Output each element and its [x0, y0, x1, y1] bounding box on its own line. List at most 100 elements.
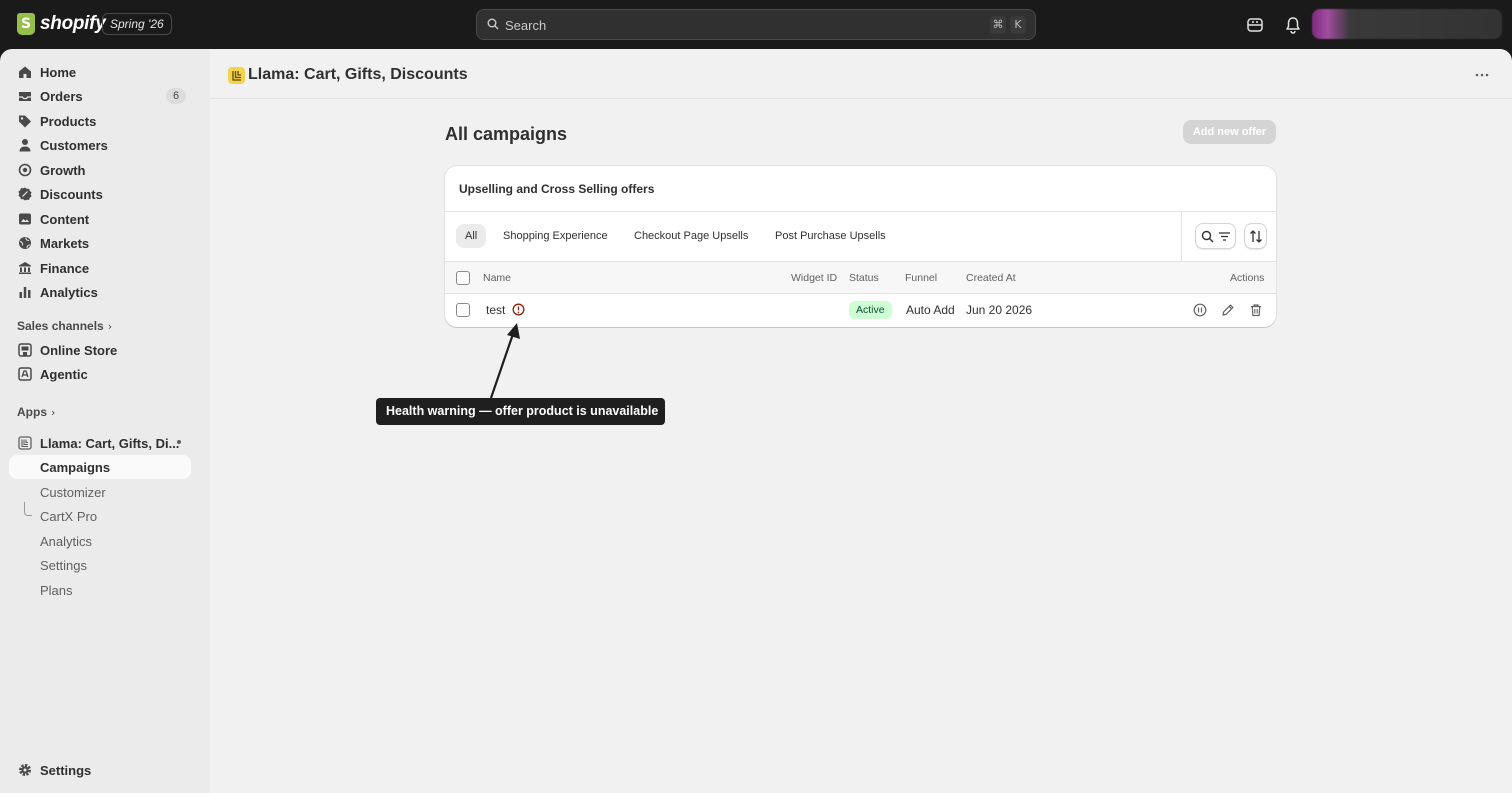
- sidebar-item-label: Analytics: [40, 533, 93, 549]
- chevron-right-icon: ›: [51, 406, 56, 419]
- sidebar-item-label: Customers: [40, 137, 108, 153]
- sidebar-item-label: Discounts: [40, 186, 103, 202]
- sidebar-item-label: Plans: [40, 582, 73, 598]
- edit-pencil-icon[interactable]: [1221, 303, 1235, 317]
- target-icon: [18, 163, 32, 177]
- sidebar-item-analytics[interactable]: Analytics: [9, 280, 191, 304]
- sidebar-item-settings[interactable]: Settings: [9, 758, 191, 782]
- table-header: Name Widget ID Status Funnel Created At …: [445, 262, 1276, 294]
- sort-button[interactable]: [1244, 223, 1267, 249]
- sidebar-item-label: Settings: [40, 762, 92, 778]
- sidebar-item-markets[interactable]: Markets: [9, 231, 191, 255]
- select-all-checkbox[interactable]: [456, 271, 470, 285]
- sidebar-item-app-settings[interactable]: Settings: [9, 553, 191, 577]
- sidebar-item-cartx-pro[interactable]: CartX Pro: [9, 504, 191, 528]
- column-status[interactable]: Status: [849, 272, 879, 284]
- sidebar-item-campaigns[interactable]: Campaigns: [9, 455, 191, 479]
- orders-count-badge: 6: [166, 88, 186, 104]
- discount-icon: [18, 187, 32, 201]
- shopify-bag-icon: [17, 13, 35, 35]
- sidebar-item-label: Online Store: [40, 342, 118, 358]
- sidebar-item-agentic[interactable]: Agentic: [9, 362, 191, 386]
- more-actions-icon[interactable]: [1474, 67, 1490, 83]
- sidebar-item-label: CartX Pro: [40, 508, 98, 524]
- campaigns-card: Upselling and Cross Selling offers All S…: [445, 166, 1276, 327]
- column-name[interactable]: Name: [483, 272, 511, 284]
- sidebar-item-llama-app[interactable]: Llama: Cart, Gifts, Di...: [9, 431, 191, 455]
- health-warning-icon[interactable]: [512, 303, 525, 316]
- content-icon: [19, 213, 31, 225]
- sidebar-item-label: Llama: Cart, Gifts, Di...: [40, 435, 180, 451]
- page-title: All campaigns: [445, 124, 568, 144]
- llama-app-icon: [18, 436, 32, 450]
- filter-icon: [1219, 232, 1230, 241]
- search-placeholder: Search: [505, 18, 547, 33]
- bank-icon: [19, 262, 31, 274]
- delete-trash-icon[interactable]: [1249, 303, 1263, 317]
- edition-badge[interactable]: Spring '26: [102, 13, 172, 35]
- sidebar-item-label: Growth: [40, 162, 86, 178]
- top-bar: shopify Spring '26 Search ⌘ K: [0, 0, 1512, 49]
- column-widget-id[interactable]: Widget ID: [791, 272, 837, 284]
- app-title: Llama: Cart, Gifts, Discounts: [248, 66, 468, 83]
- sidebar-item-content[interactable]: Content: [9, 207, 191, 231]
- brand-name: shopify: [40, 13, 106, 34]
- app-unread-dot: [177, 440, 181, 444]
- sidebar-item-orders[interactable]: Orders 6: [9, 84, 191, 108]
- chevron-right-icon: ›: [107, 320, 113, 333]
- funnel-value: Auto Add: [906, 303, 955, 317]
- sidebar-item-growth[interactable]: Growth: [9, 158, 191, 182]
- apps-label: Apps: [17, 405, 47, 419]
- divider: [1181, 211, 1182, 261]
- sidebar-item-products[interactable]: Products: [9, 109, 191, 133]
- globe-icon: [19, 237, 31, 249]
- pause-icon[interactable]: [1193, 303, 1207, 317]
- search-filter-button[interactable]: [1195, 223, 1236, 249]
- column-created-at[interactable]: Created At: [966, 272, 1016, 284]
- shopify-logo[interactable]: shopify: [17, 13, 106, 35]
- search-bar[interactable]: Search ⌘ K: [476, 9, 1036, 40]
- sidebar-item-finance[interactable]: Finance: [9, 256, 191, 280]
- card-title: Upselling and Cross Selling offers: [459, 182, 655, 196]
- column-actions: Actions: [1230, 272, 1265, 284]
- tag-icon: [19, 115, 31, 128]
- status-badge: Active: [849, 301, 892, 319]
- sidebar-item-customizer[interactable]: Customizer: [9, 480, 191, 504]
- tab-shopping-experience[interactable]: Shopping Experience: [494, 224, 617, 248]
- search-icon: [487, 18, 499, 30]
- tab-all[interactable]: All: [456, 224, 487, 248]
- gear-icon: [19, 764, 31, 776]
- divider: [445, 211, 1276, 212]
- sidebar-item-label: Products: [40, 113, 97, 129]
- sidebar-item-label: Content: [40, 211, 90, 227]
- sidebar: Home Orders 6 Products Customers Growth …: [0, 49, 210, 793]
- sidebar-item-app-analytics[interactable]: Analytics: [9, 529, 191, 553]
- sidebar-item-home[interactable]: Home: [9, 60, 191, 84]
- campaign-name[interactable]: test: [486, 303, 505, 317]
- account-menu[interactable]: [1312, 9, 1502, 39]
- sidebar-item-label: Agentic: [40, 366, 88, 382]
- row-checkbox[interactable]: [456, 303, 470, 317]
- sort-icon: [1250, 230, 1262, 243]
- annotation-arrow: [489, 323, 520, 399]
- sidebar-item-discounts[interactable]: Discounts: [9, 182, 191, 206]
- column-funnel[interactable]: Funnel: [905, 272, 937, 284]
- sidebar-item-online-store[interactable]: Online Store: [9, 338, 191, 362]
- sidekick-icon[interactable]: [1245, 15, 1265, 35]
- shortcut-k-key: K: [1010, 16, 1026, 34]
- sidebar-item-customers[interactable]: Customers: [9, 133, 191, 157]
- notification-bell-icon[interactable]: [1283, 15, 1303, 35]
- created-at-value: Jun 20 2026: [966, 303, 1033, 317]
- apps-header[interactable]: Apps ›: [17, 405, 55, 419]
- health-warning-callout: Health warning — offer product is unavai…: [376, 398, 665, 425]
- sidebar-item-label: Settings: [40, 557, 87, 573]
- sidebar-item-label: Analytics: [40, 284, 98, 300]
- shortcut-cmd-key: ⌘: [990, 16, 1006, 34]
- add-new-offer-button[interactable]: Add new offer: [1183, 120, 1276, 144]
- tab-post-purchase-upsells[interactable]: Post Purchase Upsells: [766, 224, 895, 248]
- tab-checkout-page-upsells[interactable]: Checkout Page Upsells: [625, 224, 757, 248]
- person-icon: [19, 139, 31, 152]
- sidebar-item-plans[interactable]: Plans: [9, 578, 191, 602]
- sales-channels-header[interactable]: Sales channels ›: [17, 319, 112, 333]
- inbox-icon: [19, 92, 31, 101]
